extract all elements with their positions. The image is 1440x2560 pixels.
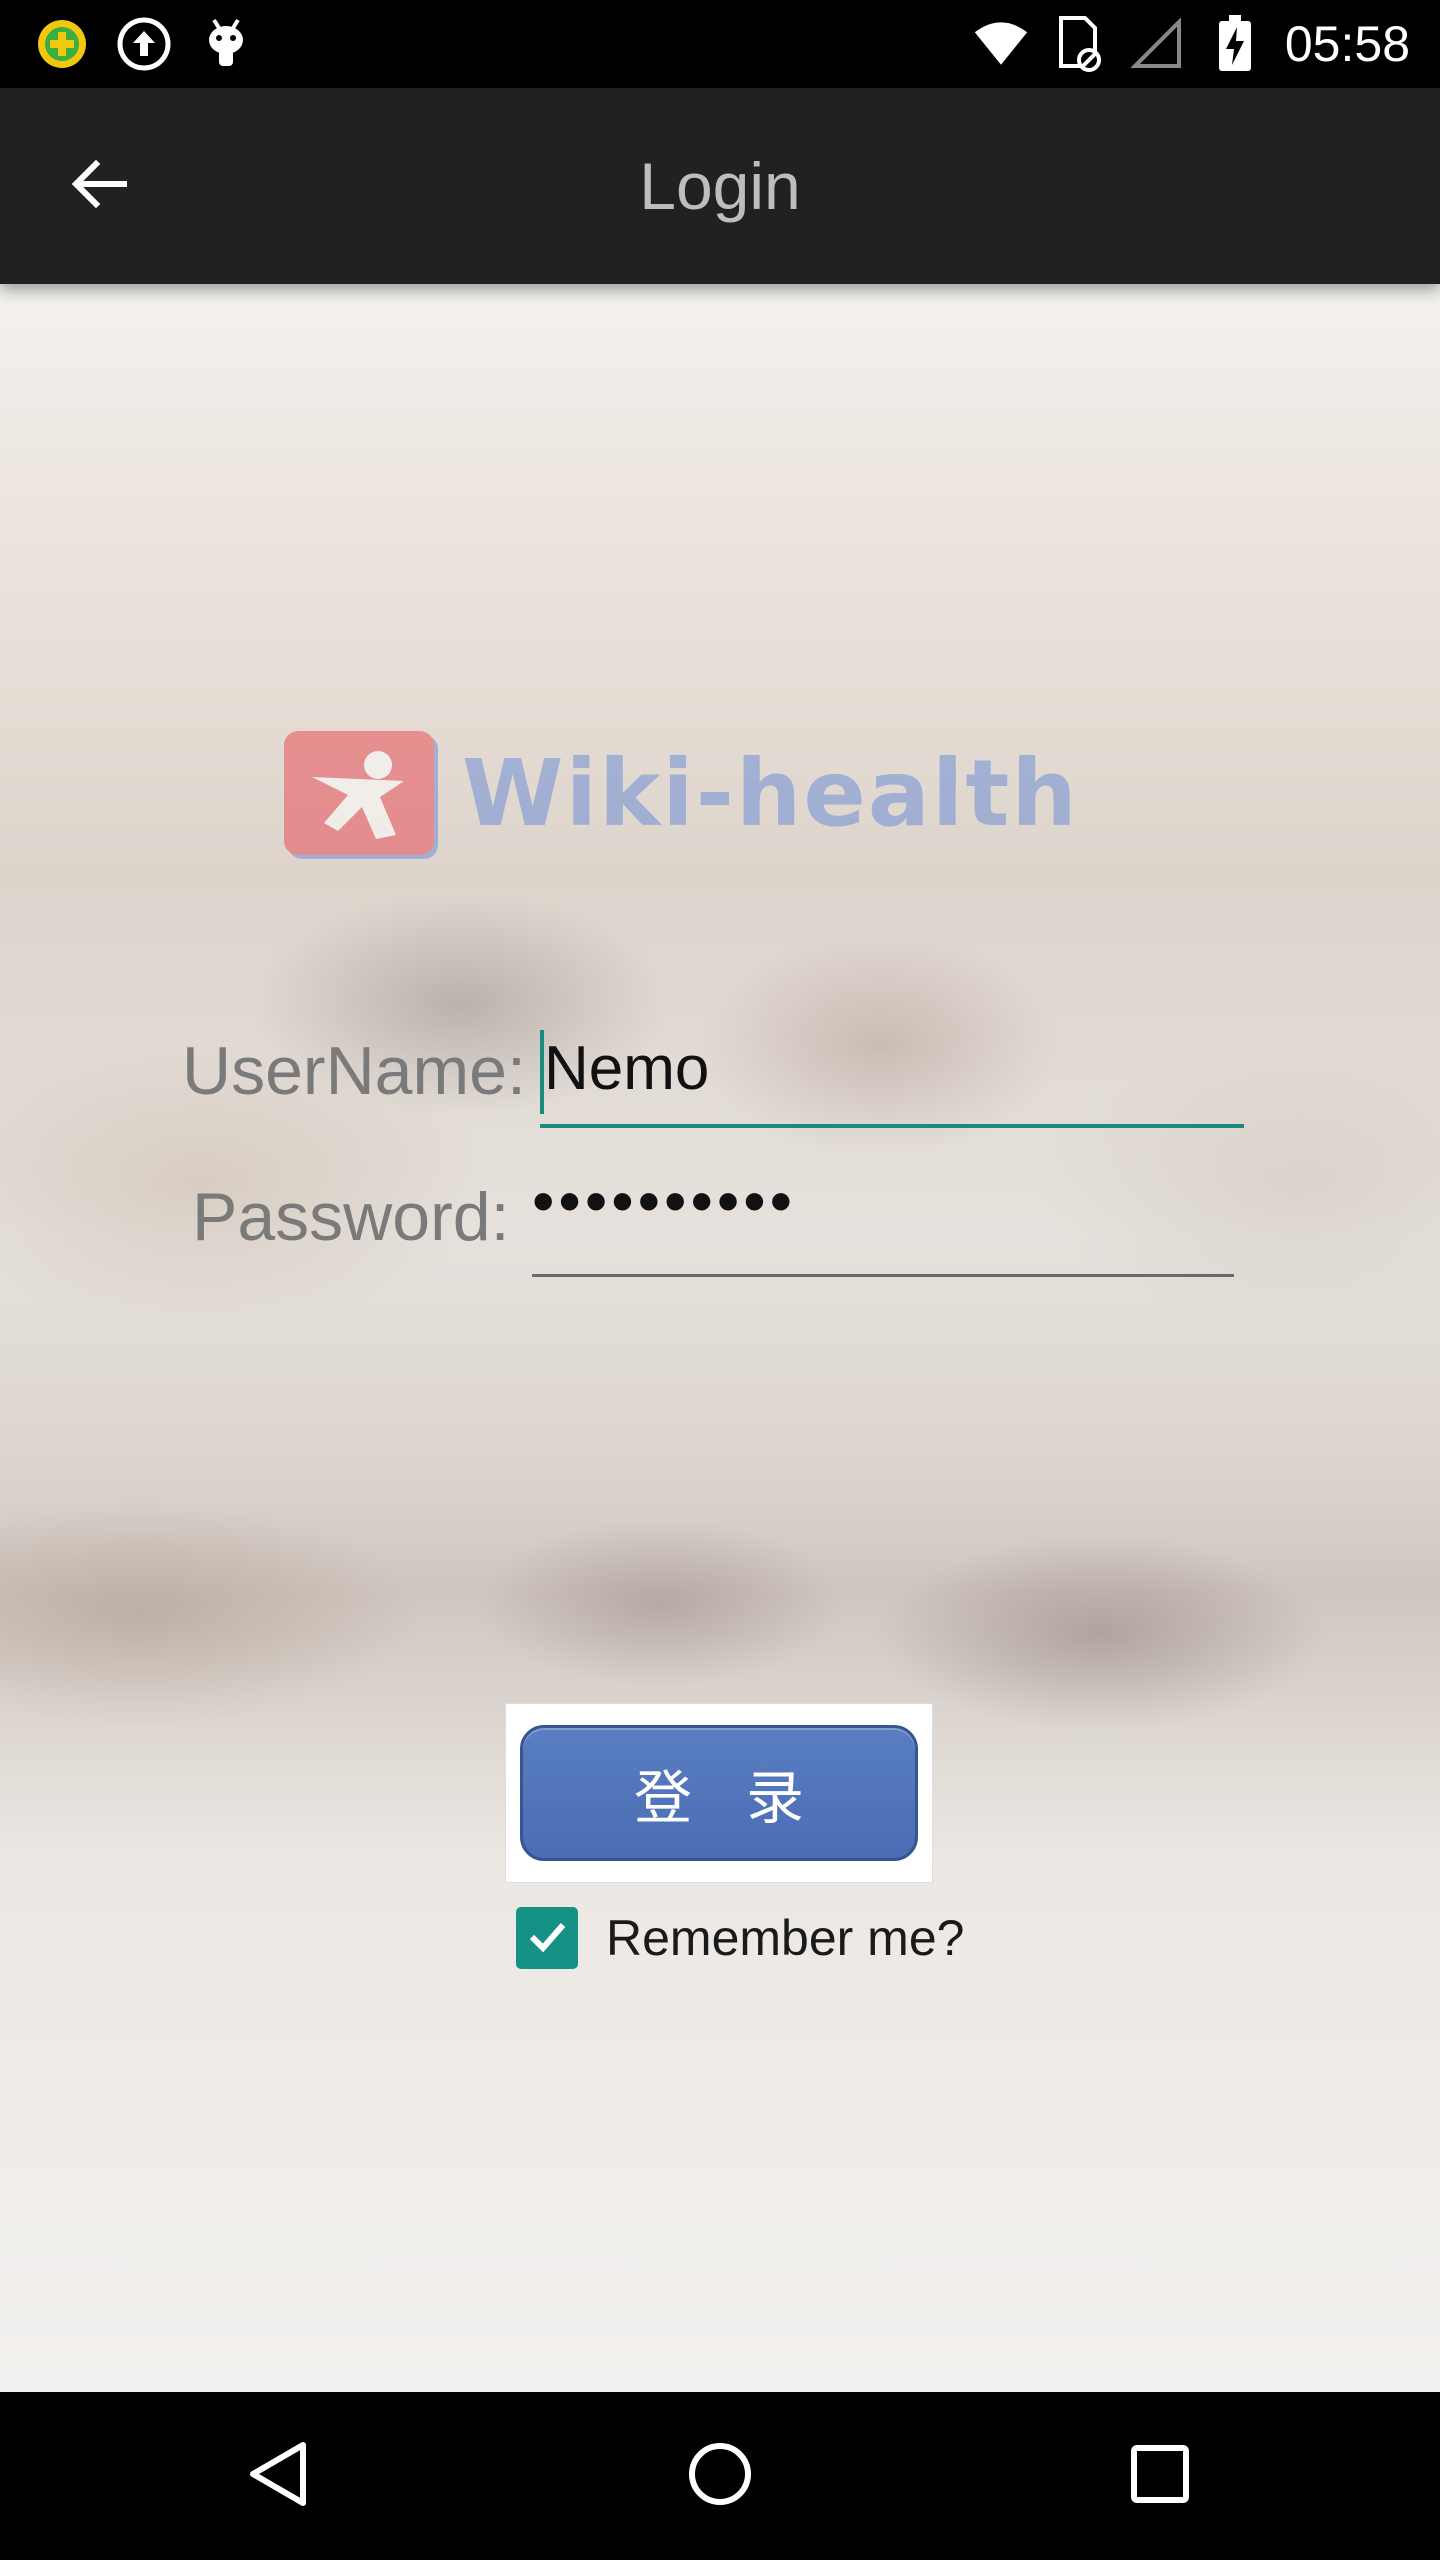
battery-charging-icon: [1207, 15, 1263, 72]
nav-back-icon: [245, 2439, 315, 2514]
username-input[interactable]: [540, 1028, 1248, 1108]
logo-text: Wiki-health: [462, 739, 1079, 847]
android-debug-icon: [198, 16, 254, 72]
username-field[interactable]: [540, 1014, 1248, 1128]
login-content: Wiki-health UserName: Password: ••••••••…: [0, 284, 1440, 2392]
blurred-background-image: [0, 284, 1440, 2392]
wifi-icon: [973, 16, 1029, 72]
navigation-bar: [0, 2392, 1440, 2560]
wiki-health-logo: Wiki-health: [284, 728, 1079, 858]
cell-signal-icon: [1129, 16, 1185, 72]
remember-me-checkbox[interactable]: [516, 1907, 578, 1969]
logo-mark-icon: [284, 731, 434, 855]
status-bar: 05:58: [0, 0, 1440, 88]
checkmark-icon: [524, 1913, 570, 1964]
status-left-icons: [34, 14, 254, 74]
upload-arrow-icon: [116, 16, 172, 72]
page-title: Login: [639, 149, 801, 223]
app-plus-badge-icon: [34, 16, 90, 72]
status-time: 05:58: [1284, 16, 1410, 72]
login-button-frame[interactable]: 登录: [506, 1704, 932, 1882]
remember-me-label: Remember me?: [606, 1910, 965, 1966]
nav-recents-button[interactable]: [1110, 2426, 1210, 2526]
status-right-icons: 05:58: [973, 14, 1410, 74]
sim-card-off-icon: [1051, 16, 1107, 72]
password-label: Password:: [192, 1179, 510, 1255]
nav-back-button[interactable]: [230, 2426, 330, 2526]
nav-home-icon: [685, 2439, 755, 2514]
password-field[interactable]: ••••••••••: [532, 1164, 1234, 1277]
app-bar: Login: [0, 88, 1440, 284]
nav-home-button[interactable]: [670, 2426, 770, 2526]
login-button[interactable]: 登录: [520, 1725, 918, 1861]
password-input[interactable]: ••••••••••: [532, 1164, 1234, 1244]
nav-recents-icon: [1128, 2442, 1192, 2511]
username-label: UserName:: [182, 1033, 526, 1109]
remember-me-row[interactable]: Remember me?: [516, 1906, 964, 1970]
